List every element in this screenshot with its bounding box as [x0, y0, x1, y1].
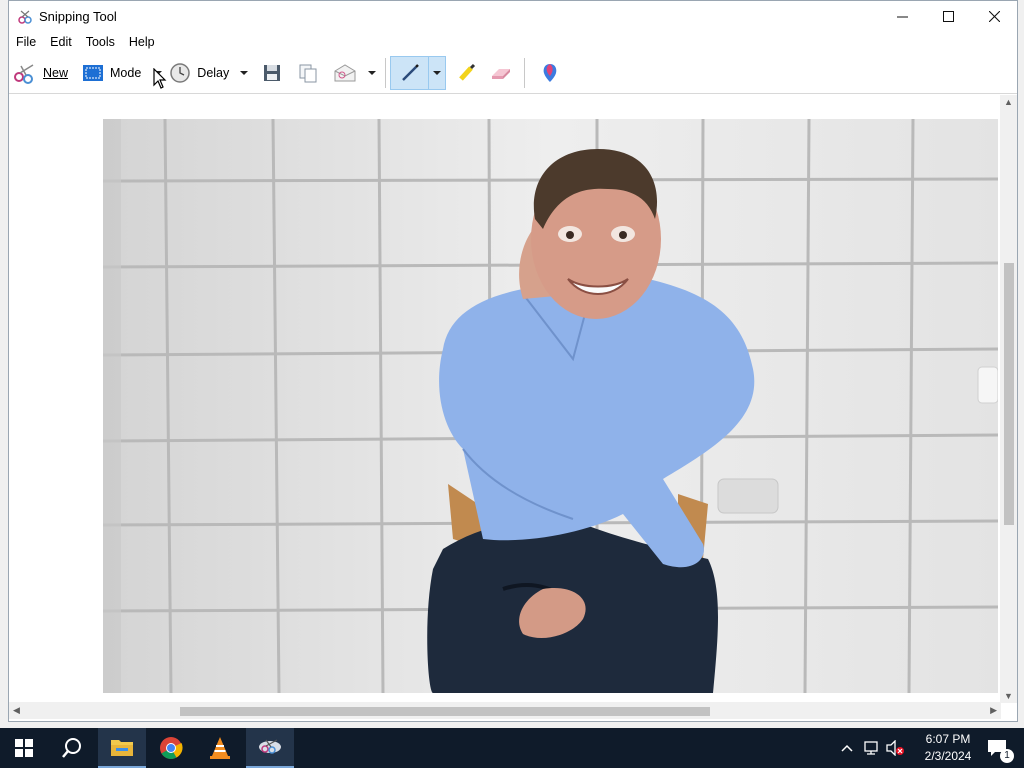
minimize-button[interactable]	[879, 1, 925, 32]
clock-icon	[170, 62, 191, 83]
menu-bar: File Edit Tools Help	[9, 32, 1017, 52]
pen-button[interactable]	[390, 55, 447, 90]
volume-button[interactable]	[884, 728, 906, 768]
save-button[interactable]	[261, 57, 283, 89]
send-snip-button[interactable]	[333, 57, 377, 89]
copy-icon	[299, 64, 317, 82]
close-icon	[988, 11, 1000, 22]
save-icon	[264, 64, 281, 81]
captured-photo-illustration	[103, 119, 998, 693]
pen-dropdown-arrow[interactable]	[432, 57, 442, 89]
desktop: Snipping Tool File Edit Tools Help New M…	[0, 0, 1024, 728]
scroll-down-arrow-icon[interactable]: ▼	[1004, 691, 1013, 701]
highlighter-button[interactable]	[454, 57, 480, 89]
start-button[interactable]	[0, 728, 48, 768]
vertical-scroll-thumb[interactable]	[1004, 263, 1014, 525]
minimize-icon	[896, 16, 908, 18]
menu-file[interactable]: File	[9, 35, 43, 49]
highlighter-icon	[459, 63, 476, 81]
chevron-up-icon	[841, 744, 853, 752]
title-bar[interactable]: Snipping Tool	[9, 1, 1017, 32]
network-icon	[864, 741, 878, 755]
vertical-scrollbar[interactable]: ▲ ▼	[1000, 95, 1017, 703]
paint3d-icon	[543, 63, 557, 82]
vlc-button[interactable]	[196, 728, 244, 768]
taskbar: 6:07 PM 2/3/2024 1	[0, 728, 1024, 768]
clock-date: 2/3/2024	[924, 749, 972, 763]
rectangle-snip-icon	[83, 64, 104, 81]
new-button[interactable]: New	[13, 57, 68, 89]
start-icon	[15, 739, 33, 757]
mouse-cursor-icon	[153, 68, 167, 89]
mode-button[interactable]: Mode	[82, 57, 163, 89]
close-button[interactable]	[971, 1, 1017, 32]
send-dropdown-arrow[interactable]	[367, 57, 377, 89]
horizontal-scroll-thumb[interactable]	[180, 707, 710, 716]
maximize-button[interactable]	[925, 1, 971, 32]
horizontal-scrollbar[interactable]: ◀ ▶	[9, 702, 1001, 719]
send-email-icon	[334, 63, 356, 81]
snipping-tool-taskbar-button[interactable]	[246, 728, 294, 768]
file-explorer-icon	[111, 740, 133, 756]
scroll-left-arrow-icon[interactable]: ◀	[13, 705, 20, 716]
eraser-icon	[492, 68, 511, 79]
system-clock[interactable]: 6:07 PM 2/3/2024	[918, 731, 978, 765]
copy-button[interactable]	[297, 57, 319, 89]
action-center-button[interactable]: 1	[978, 728, 1018, 768]
toolbar-separator	[524, 57, 526, 88]
chrome-button[interactable]	[147, 728, 195, 768]
delay-dropdown-arrow[interactable]	[239, 57, 249, 89]
window-title: Snipping Tool	[39, 9, 117, 24]
vlc-icon	[210, 737, 230, 759]
snip-canvas	[9, 95, 1001, 703]
scroll-up-arrow-icon[interactable]: ▲	[1004, 97, 1013, 107]
snipping-tool-icon	[259, 739, 281, 754]
scroll-right-arrow-icon[interactable]: ▶	[990, 705, 997, 716]
snipping-tool-window: Snipping Tool File Edit Tools Help New M…	[8, 0, 1018, 722]
mode-label: Mode	[110, 65, 142, 80]
show-hidden-icons-button[interactable]	[838, 728, 856, 768]
network-button[interactable]	[860, 728, 882, 768]
paint3d-button[interactable]	[537, 57, 563, 89]
search-button[interactable]	[48, 728, 96, 768]
clock-time: 6:07 PM	[925, 732, 971, 746]
search-icon	[62, 738, 81, 758]
menu-edit[interactable]: Edit	[43, 35, 79, 49]
menu-tools[interactable]: Tools	[79, 35, 122, 49]
snipping-tool-app-icon	[18, 10, 32, 24]
maximize-icon	[942, 11, 954, 22]
captured-photo	[103, 119, 998, 693]
eraser-button[interactable]	[488, 57, 514, 89]
chrome-icon	[160, 737, 183, 759]
notification-count-badge: 1	[1000, 749, 1014, 763]
new-label: New	[43, 65, 69, 80]
volume-muted-icon	[886, 740, 904, 756]
file-explorer-button[interactable]	[98, 728, 146, 768]
pen-icon	[401, 63, 419, 81]
delay-button[interactable]: Delay	[169, 57, 249, 89]
delay-label: Delay	[197, 65, 230, 80]
menu-help[interactable]: Help	[122, 35, 162, 49]
scissors-icon	[14, 63, 34, 84]
toolbar-separator	[385, 57, 387, 88]
